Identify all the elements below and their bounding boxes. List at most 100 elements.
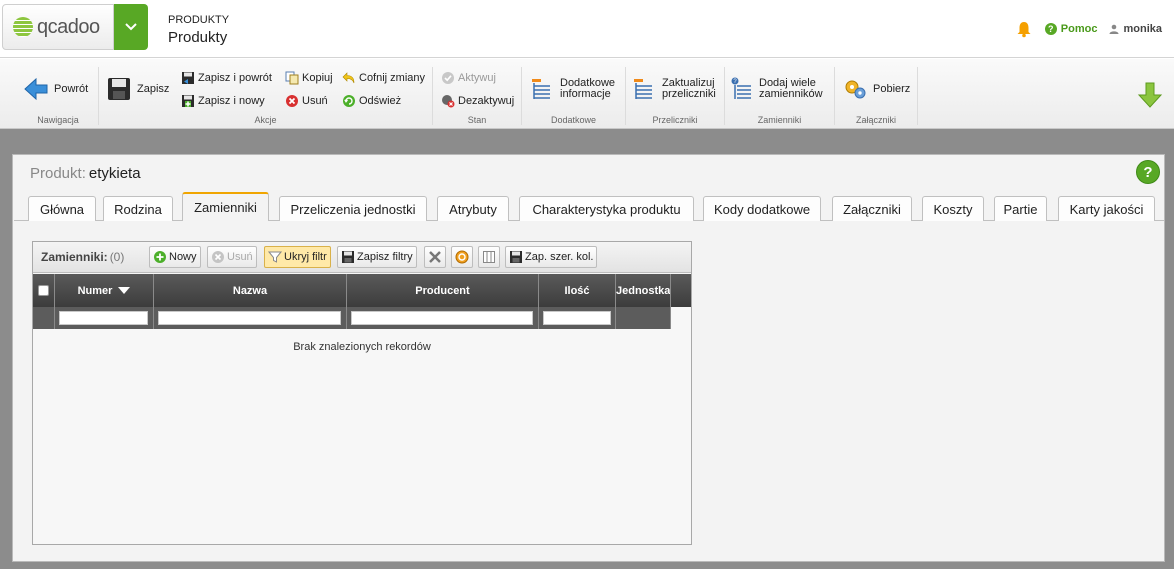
- save-and-new-button[interactable]: Zapisz i nowy: [181, 94, 265, 108]
- save-and-back-button[interactable]: Zapisz i powrót: [181, 71, 272, 85]
- add-many-substitutes-label: Dodaj wiele zamienników: [759, 77, 823, 100]
- undo-changes-button[interactable]: Cofnij zmiany: [342, 71, 425, 85]
- breadcrumb-section: PRODUKTY: [168, 14, 230, 26]
- save-filters-icon: [342, 251, 354, 263]
- save-back-icon: [182, 72, 194, 84]
- group-label-attachments: Załączniki: [855, 115, 896, 125]
- grid-columns-button[interactable]: [478, 246, 500, 268]
- column-header-jednostka[interactable]: Jednostka: [616, 274, 671, 307]
- clear-x-icon: [429, 251, 441, 263]
- group-label-actions: Akcje: [254, 115, 277, 125]
- column-header-ilosc[interactable]: Ilość: [539, 274, 616, 307]
- tab-karty-jakosci[interactable]: Karty jakości: [1058, 196, 1155, 221]
- filter-cell-producent: [347, 307, 539, 329]
- export-down-arrow-icon[interactable]: [1136, 81, 1164, 109]
- download-button[interactable]: Pobierz: [843, 77, 910, 101]
- tab-kody-dodatkowe[interactable]: Kody dodatkowe: [703, 196, 821, 221]
- tab-atrybuty[interactable]: Atrybuty: [437, 196, 509, 221]
- filter-funnel-icon: [268, 251, 282, 263]
- add-many-substitutes-button[interactable]: ? Dodaj wiele zamienników: [729, 77, 823, 101]
- filter-cell-select: [33, 307, 55, 329]
- grid-save-col-widths-label: Zap. szer. kol.: [525, 251, 594, 263]
- select-all-checkbox[interactable]: [38, 285, 49, 296]
- refresh-button[interactable]: Odśwież: [342, 94, 401, 108]
- additional-info-label: Dodatkowe informacje: [560, 77, 616, 100]
- filter-cell-numer: [55, 307, 154, 329]
- logo-text: qcadoo: [37, 15, 100, 38]
- app-logo[interactable]: qcadoo: [2, 4, 114, 50]
- delete-label: Usuń: [302, 95, 328, 107]
- tab-glowna[interactable]: Główna: [28, 196, 96, 221]
- save-button[interactable]: Zapisz: [107, 77, 169, 101]
- tab-rodzina[interactable]: Rodzina: [103, 196, 173, 221]
- grid-header: Zamienniki: (0) Nowy Usuń Ukryj filtr Zap…: [33, 242, 691, 273]
- update-converters-button[interactable]: Zaktualizuj przeliczniki: [632, 77, 716, 101]
- copy-label: Kopiuj: [302, 72, 333, 84]
- undo-label: Cofnij zmiany: [359, 72, 426, 84]
- grid-title-label: Zamienniki:: [41, 250, 108, 264]
- gears-icon: [845, 80, 866, 99]
- tab-koszty[interactable]: Koszty: [922, 196, 984, 221]
- copy-button[interactable]: Kopiuj: [285, 71, 333, 85]
- group-label-navigation: Nawigacja: [37, 115, 79, 125]
- list-help-icon: ?: [731, 77, 751, 99]
- deactivate-icon: [442, 95, 455, 108]
- grid-save-col-widths-button[interactable]: Zap. szer. kol.: [505, 246, 598, 268]
- tab-charakterystyka-produktu[interactable]: Charakterystyka produktu: [519, 196, 694, 221]
- form-help-icon[interactable]: ?: [1136, 160, 1160, 184]
- grid-delete-label: Usuń: [227, 251, 253, 263]
- user-menu[interactable]: monika: [1109, 23, 1162, 35]
- main-menu-dropdown-button[interactable]: [114, 4, 148, 50]
- notifications-bell-icon[interactable]: [1015, 20, 1033, 38]
- column-header-producent[interactable]: Producent: [347, 274, 539, 307]
- page-title: Produkty: [168, 29, 228, 46]
- list-info-icon: [532, 79, 550, 99]
- activate-button[interactable]: Aktywuj: [441, 71, 496, 85]
- column-header-nazwa[interactable]: Nazwa: [154, 274, 347, 307]
- grid-new-label: Nowy: [169, 251, 197, 263]
- tab-partie[interactable]: Partie: [994, 196, 1047, 221]
- back-button[interactable]: Powrót: [24, 77, 88, 101]
- filter-input-numer[interactable]: [59, 311, 148, 325]
- deactivate-button[interactable]: Dezaktywuj: [441, 94, 514, 108]
- save-back-label: Zapisz i powrót: [198, 72, 272, 84]
- deactivate-label: Dezaktywuj: [458, 95, 515, 107]
- select-all-header: [33, 274, 55, 307]
- tab-przeliczenia-jednostki[interactable]: Przeliczenia jednostki: [279, 196, 427, 221]
- ribbon-group-attachments: Pobierz Załączniki: [835, 67, 918, 125]
- filter-input-ilosc[interactable]: [543, 311, 611, 325]
- filter-cell-jednostka: [616, 307, 671, 329]
- tab-zalaczniki[interactable]: Załączniki: [832, 196, 912, 221]
- download-label: Pobierz: [873, 83, 911, 95]
- floppy-disk-icon: [108, 78, 130, 100]
- back-label: Powrót: [54, 83, 89, 95]
- column-header-numer[interactable]: Numer: [55, 274, 154, 307]
- group-label-additional: Dodatkowe: [550, 115, 597, 125]
- form-header: Produkt: etykieta: [30, 165, 141, 182]
- grid-delete-button[interactable]: Usuń: [207, 246, 257, 268]
- grid-save-filters-button[interactable]: Zapisz filtry: [337, 246, 417, 268]
- tab-zamienniki[interactable]: Zamienniki: [182, 192, 269, 221]
- user-icon: [1109, 24, 1119, 34]
- grid-new-button[interactable]: Nowy: [149, 246, 201, 268]
- delete-icon: [286, 95, 298, 107]
- delete-button[interactable]: Usuń: [285, 94, 328, 108]
- save-label: Zapisz: [137, 83, 170, 95]
- grid-clear-filters-button[interactable]: [424, 246, 446, 268]
- activate-icon: [442, 72, 454, 84]
- grid-hide-filter-button[interactable]: Ukryj filtr: [264, 246, 331, 268]
- filter-input-nazwa[interactable]: [158, 311, 341, 325]
- grid-reset-button[interactable]: [451, 246, 473, 268]
- help-link[interactable]: ? Pomoc: [1044, 23, 1097, 35]
- additional-info-button[interactable]: Dodatkowe informacje: [530, 77, 615, 101]
- plus-circle-icon: [154, 251, 166, 263]
- grid-title: Zamienniki: (0): [41, 250, 124, 264]
- group-label-state: Stan: [467, 115, 487, 125]
- delete-circle-icon: [212, 251, 224, 263]
- substitutes-grid: Zamienniki: (0) Nowy Usuń Ukryj filtr Zap…: [32, 241, 692, 545]
- ribbon-toolbar: Powrót Nawigacja Zapisz Zapisz i powrót …: [0, 59, 1174, 129]
- activate-label: Aktywuj: [458, 72, 496, 84]
- ribbon-group-state: Aktywuj Dezaktywuj Stan: [433, 67, 522, 125]
- refresh-label: Odśwież: [359, 95, 402, 107]
- filter-input-producent[interactable]: [351, 311, 533, 325]
